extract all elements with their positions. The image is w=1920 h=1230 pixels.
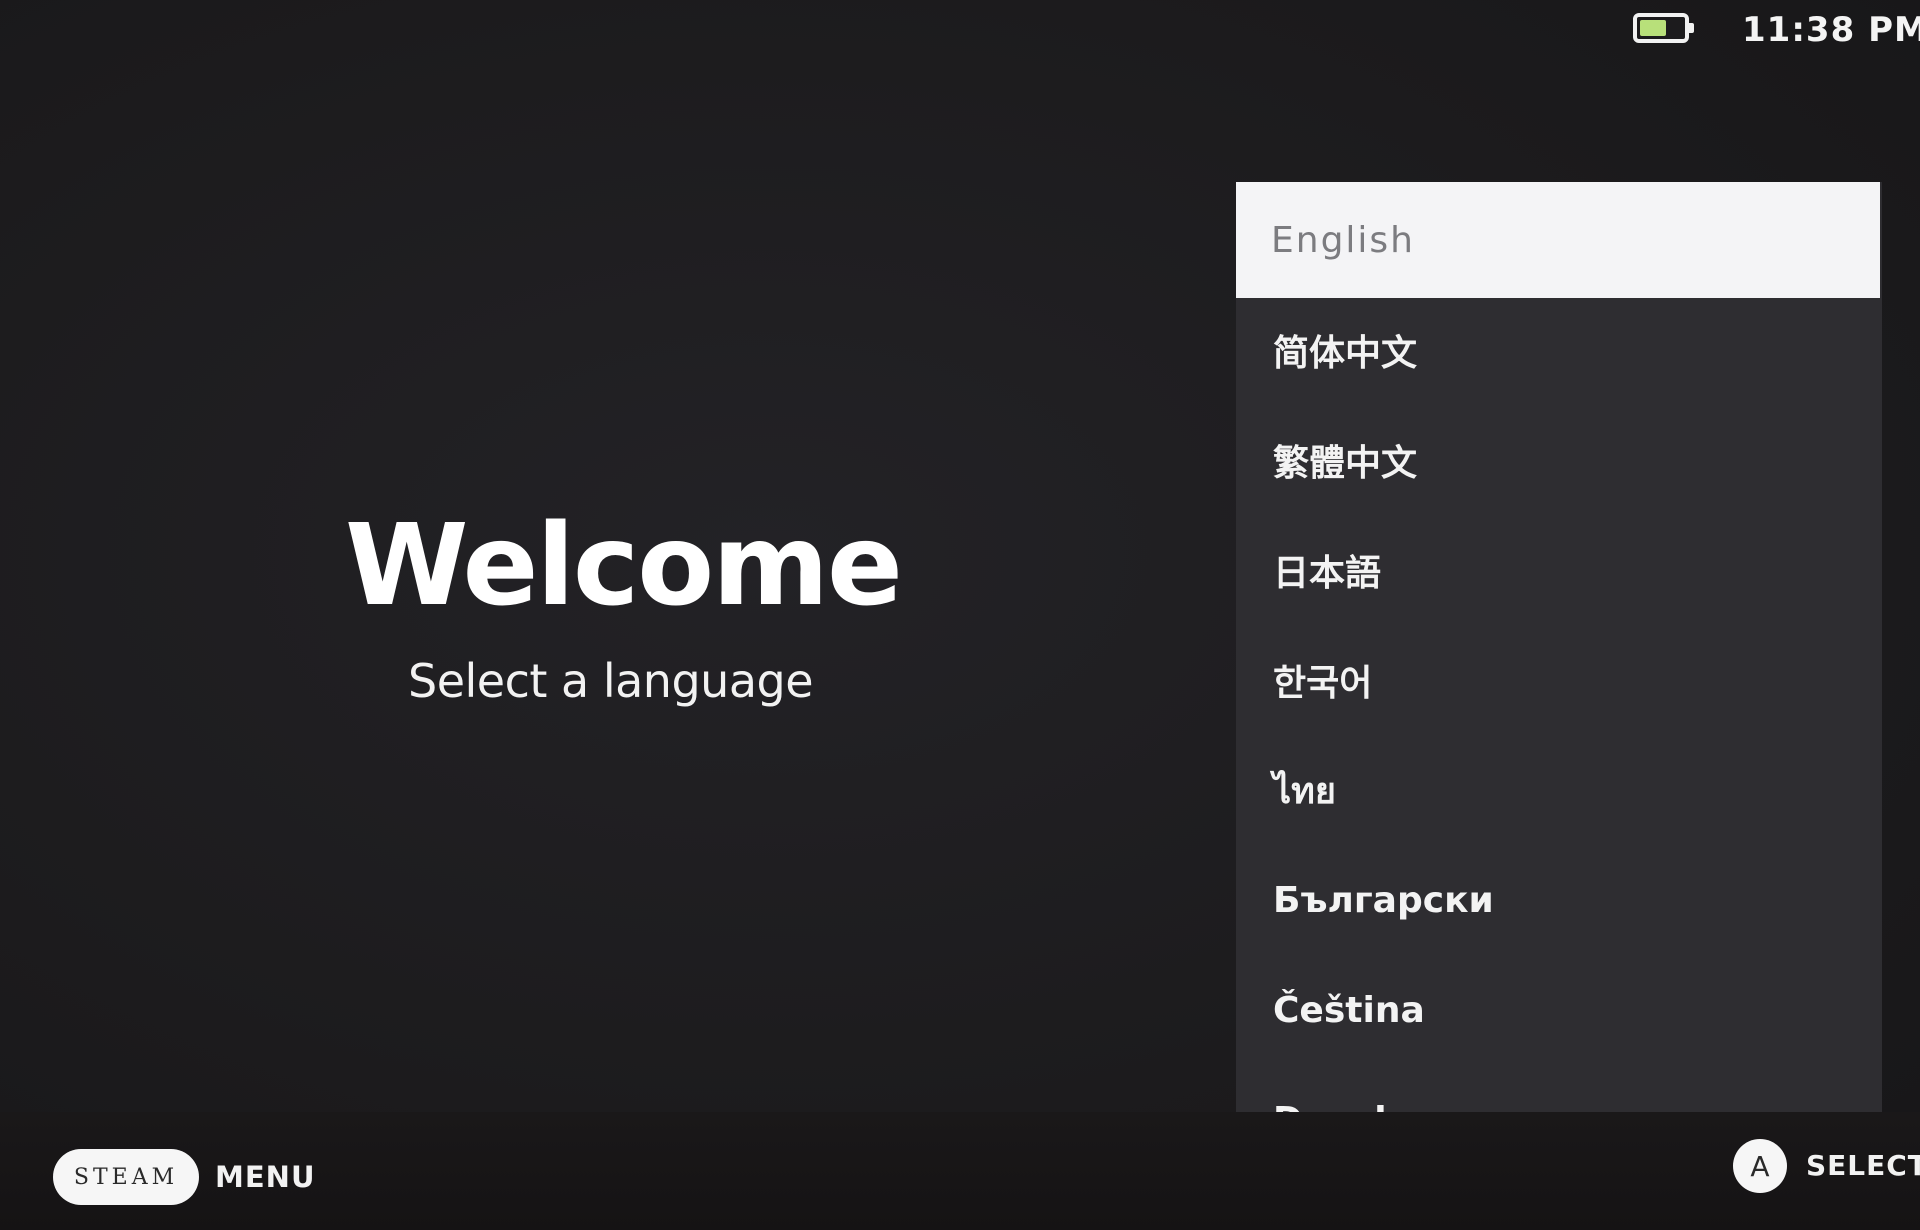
steam-button[interactable]: STEAM [53, 1149, 199, 1205]
setup-screen: 11:38 PM Welcome Select a language Engli… [0, 0, 1920, 1230]
language-option-bulgarian[interactable]: Български [1236, 845, 1882, 955]
menu-label: MENU [215, 1160, 316, 1194]
battery-level-fill [1640, 20, 1667, 36]
a-button-icon[interactable]: A [1733, 1139, 1787, 1193]
language-option-simplified-chinese[interactable]: 简体中文 [1236, 295, 1882, 405]
battery-icon [1633, 13, 1694, 43]
welcome-subtitle: Select a language [408, 654, 814, 708]
language-option-thai[interactable]: ไทย [1236, 735, 1882, 845]
language-option-japanese[interactable]: 日本語 [1236, 515, 1882, 625]
language-option-czech[interactable]: Čeština [1236, 955, 1882, 1065]
language-option-korean[interactable]: 한국어 [1236, 625, 1882, 735]
language-option-traditional-chinese[interactable]: 繁體中文 [1236, 405, 1882, 515]
select-label: SELECT [1806, 1149, 1920, 1182]
status-bar: 11:38 PM [0, 0, 1920, 70]
language-list[interactable]: English 简体中文 繁體中文 日本語 한국어 ไทย Български … [1236, 182, 1882, 1122]
welcome-title: Welcome [345, 501, 903, 631]
language-option-english[interactable]: English [1236, 182, 1880, 298]
clock: 11:38 PM [1742, 10, 1920, 50]
